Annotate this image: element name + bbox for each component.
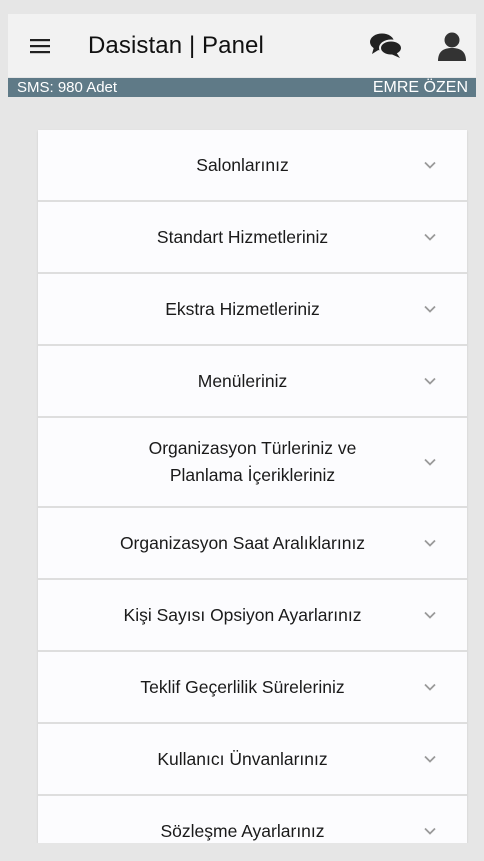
- accordion-item-label: Kişi Sayısı Opsiyon Ayarlarınız: [123, 604, 362, 625]
- chevron-down-icon: [424, 161, 436, 169]
- accordion-item-label: Standart Hizmetleriniz: [156, 226, 329, 247]
- accordion-item-salonlar[interactable]: Salonlarınız: [38, 130, 467, 202]
- accordion-item-label: Salonlarınız: [196, 154, 289, 175]
- chevron-down-icon: [424, 539, 436, 547]
- accordion-item-label: Organizasyon Saat Aralıklarınız: [119, 532, 366, 553]
- settings-accordion: Salonlarınız Standart Hizmetleriniz Ekst…: [38, 130, 467, 843]
- chevron-down-icon: [424, 377, 436, 385]
- menu-button[interactable]: [8, 14, 72, 77]
- accordion-item-saat-araliklari[interactable]: Organizasyon Saat Aralıklarınız: [38, 508, 467, 580]
- accordion-item-label: Menüleriniz: [197, 370, 288, 391]
- sms-balance: SMS: 980 Adet: [17, 79, 118, 96]
- accordion-item-teklif-gecerlilik[interactable]: Teklif Geçerlilik Süreleriniz: [38, 652, 467, 724]
- chevron-down-icon: [424, 611, 436, 619]
- chevron-down-icon: [424, 755, 436, 763]
- chevron-down-icon: [424, 827, 436, 835]
- accordion-item-ekstra-hizmetler[interactable]: Ekstra Hizmetleriniz: [38, 274, 467, 346]
- accordion-item-label: Organizasyon Türleriniz ve Planlama İçer…: [148, 438, 357, 485]
- user-icon: [438, 32, 466, 61]
- app-title: Dasistan | Panel: [88, 31, 264, 59]
- accordion-item-menuler[interactable]: Menüleriniz: [38, 346, 467, 418]
- accordion-item-kisi-sayisi[interactable]: Kişi Sayısı Opsiyon Ayarlarınız: [38, 580, 467, 652]
- app-frame: Dasistan | Panel SMS: 980 Adet EMRE ÖZEN: [8, 14, 476, 843]
- top-app-bar: Dasistan | Panel: [8, 14, 476, 77]
- accordion-item-sozlesme-ayarlari[interactable]: Sözleşme Ayarlarınız: [38, 796, 467, 843]
- chevron-down-icon: [424, 683, 436, 691]
- chat-button[interactable]: [362, 22, 410, 70]
- user-name: EMRE ÖZEN: [372, 79, 468, 96]
- accordion-item-organizasyon-turleri[interactable]: Organizasyon Türleriniz ve Planlama İçer…: [38, 418, 467, 508]
- chevron-down-icon: [424, 233, 436, 241]
- menu-icon: [30, 38, 50, 53]
- accordion-item-label: Teklif Geçerlilik Süreleriniz: [140, 676, 345, 697]
- chevron-down-icon: [424, 458, 436, 466]
- accordion-item-label: Ekstra Hizmetleriniz: [165, 298, 320, 319]
- profile-button[interactable]: [428, 22, 476, 70]
- chat-bubbles-icon: [370, 33, 403, 58]
- accordion-item-label: Kullanıcı Ünvanlarınız: [157, 748, 328, 769]
- status-bar: SMS: 980 Adet EMRE ÖZEN: [8, 78, 476, 97]
- accordion-item-kullanici-unvanlari[interactable]: Kullanıcı Ünvanlarınız: [38, 724, 467, 796]
- chevron-down-icon: [424, 305, 436, 313]
- accordion-item-label: Sözleşme Ayarlarınız: [160, 820, 325, 841]
- accordion-item-standart-hizmetler[interactable]: Standart Hizmetleriniz: [38, 202, 467, 274]
